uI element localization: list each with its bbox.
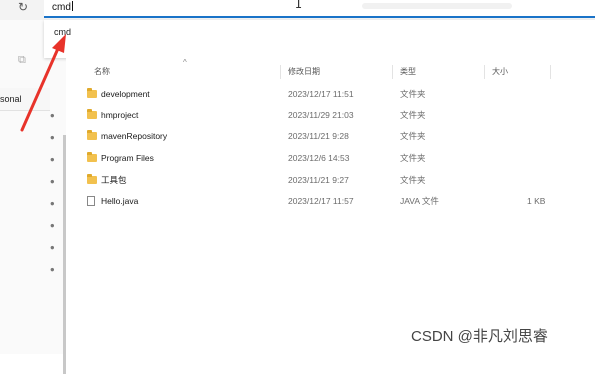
- refresh-icon[interactable]: ↻: [18, 0, 30, 14]
- table-row[interactable]: Program Files 2023/12/6 14:53 文件夹: [66, 148, 595, 168]
- file-type: 文件夹: [400, 110, 426, 120]
- column-header-size[interactable]: 大小: [492, 65, 508, 79]
- column-divider[interactable]: [392, 65, 393, 79]
- file-list: ^ 名称 修改日期 类型 大小 development 2023/12/17 1…: [66, 58, 595, 354]
- folder-icon: [87, 152, 97, 162]
- file-date: 2023/11/21 9:28: [288, 131, 349, 141]
- file-name: development: [101, 89, 150, 99]
- watermark: CSDN @非凡刘思睿: [411, 328, 548, 345]
- copy-icon[interactable]: ⧉: [18, 54, 26, 67]
- column-divider[interactable]: [280, 65, 281, 79]
- pin-icon[interactable]: ●: [48, 155, 58, 165]
- column-divider[interactable]: [550, 65, 551, 79]
- sidebar-item-label: sonal: [0, 94, 22, 104]
- folder-icon: [87, 130, 97, 140]
- folder-icon: [87, 174, 97, 184]
- text-cursor-icon: I: [295, 0, 303, 11]
- pin-icon[interactable]: ●: [48, 199, 58, 209]
- faded-overlay: [362, 3, 512, 9]
- column-header-name[interactable]: 名称: [94, 65, 110, 79]
- file-type: 文件夹: [400, 153, 426, 163]
- table-row[interactable]: mavenRepository 2023/11/21 9:28 文件夹: [66, 126, 595, 146]
- address-bar[interactable]: cmd I: [44, 0, 595, 18]
- file-type: 文件夹: [400, 89, 426, 99]
- file-name: mavenRepository: [101, 131, 168, 141]
- folder-icon: [87, 88, 97, 98]
- pin-icon[interactable]: ●: [48, 243, 58, 253]
- file-name: Program Files: [101, 153, 154, 163]
- file-date: 2023/12/17 11:51: [288, 89, 354, 99]
- file-date: 2023/12/17 11:57: [288, 196, 354, 206]
- file-date: 2023/11/21 9:27: [288, 175, 349, 185]
- file-type: 文件夹: [400, 131, 426, 141]
- file-icon: [87, 196, 95, 206]
- address-input[interactable]: cmd: [52, 1, 73, 13]
- table-row[interactable]: Hello.java 2023/12/17 11:57 JAVA 文件 1 KB: [66, 191, 595, 211]
- file-name: hmproject: [101, 110, 139, 120]
- column-header-row: 名称 修改日期 类型 大小: [66, 65, 551, 79]
- file-date: 2023/11/29 21:03: [288, 110, 354, 120]
- file-date: 2023/12/6 14:53: [288, 153, 350, 163]
- file-name: Hello.java: [101, 196, 139, 206]
- column-header-modified[interactable]: 修改日期: [288, 65, 320, 79]
- navigation-pane: ⧉ sonal ● ● ● ● ● ● ● ●: [0, 20, 66, 374]
- table-row[interactable]: development 2023/12/17 11:51 文件夹: [66, 84, 595, 104]
- table-row[interactable]: hmproject 2023/11/29 21:03 文件夹: [66, 105, 595, 125]
- table-row[interactable]: 工具包 2023/11/21 9:27 文件夹: [66, 170, 595, 190]
- sidebar-item-personal[interactable]: sonal: [0, 88, 50, 111]
- file-size: 1 KB: [527, 196, 546, 206]
- file-type: 文件夹: [400, 175, 426, 185]
- pin-icon[interactable]: ●: [48, 177, 58, 187]
- suggestion-item[interactable]: cmd: [54, 27, 71, 37]
- top-bar: ↻ cmd I: [0, 0, 595, 20]
- column-header-type[interactable]: 类型: [400, 65, 416, 79]
- pin-icon[interactable]: ●: [48, 133, 58, 143]
- folder-icon: [87, 109, 97, 119]
- file-type: JAVA 文件: [400, 196, 439, 206]
- pin-icon[interactable]: ●: [48, 265, 58, 275]
- address-suggestion-dropdown: cmd: [44, 20, 595, 58]
- file-name: 工具包: [101, 175, 127, 185]
- pin-icon[interactable]: ●: [48, 221, 58, 231]
- pin-icon[interactable]: ●: [48, 111, 58, 121]
- column-divider[interactable]: [484, 65, 485, 79]
